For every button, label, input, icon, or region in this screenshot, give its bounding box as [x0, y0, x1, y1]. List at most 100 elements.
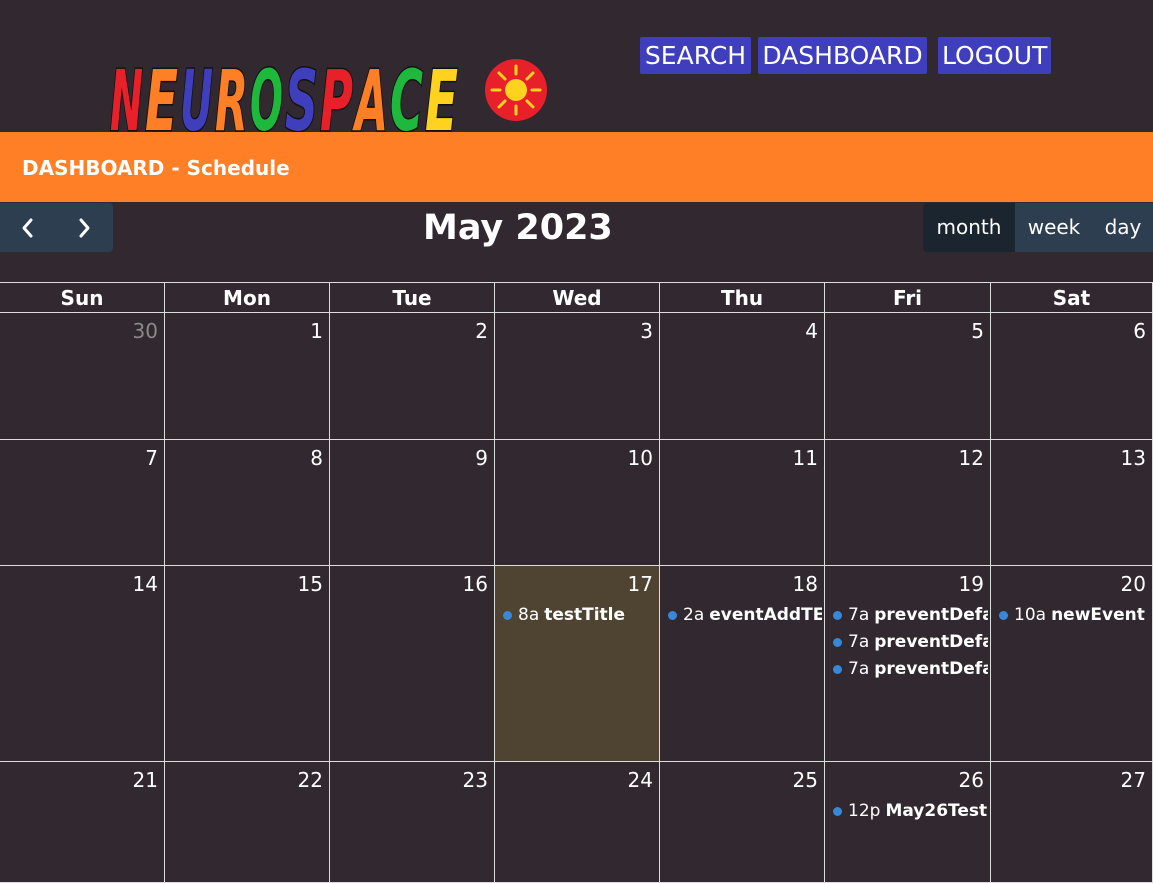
logo-letter: E: [425, 52, 458, 144]
calendar-event[interactable]: 7a preventDefa: [833, 658, 988, 680]
day-number[interactable]: 1: [310, 319, 323, 343]
day-cell[interactable]: 24: [495, 762, 660, 883]
day-cell[interactable]: 10: [495, 440, 660, 566]
day-number[interactable]: 11: [793, 446, 818, 470]
day-number[interactable]: 27: [1121, 768, 1146, 792]
day-number[interactable]: 3: [640, 319, 653, 343]
day-number[interactable]: 2: [475, 319, 488, 343]
day-number[interactable]: 6: [1133, 319, 1146, 343]
day-cell[interactable]: 25: [660, 762, 825, 883]
logout-button[interactable]: LOGOUT: [938, 37, 1051, 74]
day-number[interactable]: 9: [475, 446, 488, 470]
event-time: 8a: [518, 605, 540, 625]
event-time: 7a: [848, 659, 870, 679]
day-cell[interactable]: 5: [825, 313, 991, 440]
day-cell[interactable]: 11: [660, 440, 825, 566]
weekday-fri: Fri: [825, 282, 991, 313]
event-title: testTitle: [544, 605, 626, 625]
day-cell[interactable]: 20 10anewEvent C: [991, 566, 1153, 762]
calendar-event[interactable]: 12p May26Test: [833, 800, 988, 822]
weekday-tue: Tue: [330, 282, 495, 313]
month-view-button[interactable]: month: [923, 203, 1015, 252]
day-number[interactable]: 7: [145, 446, 158, 470]
day-number[interactable]: 12: [959, 446, 984, 470]
day-cell[interactable]: 12: [825, 440, 991, 566]
logo-letter: E: [145, 52, 178, 144]
day-number[interactable]: 24: [628, 768, 653, 792]
day-cell[interactable]: 6: [991, 313, 1153, 440]
prev-button[interactable]: [0, 203, 56, 252]
day-number[interactable]: 8: [310, 446, 323, 470]
weekday-thu: Thu: [660, 282, 825, 313]
day-cell[interactable]: 1: [165, 313, 330, 440]
event-dot-icon: [833, 610, 842, 620]
calendar-event[interactable]: 7a preventDefa: [833, 631, 988, 653]
day-number[interactable]: 14: [133, 572, 158, 596]
logo-letter: S: [285, 52, 318, 144]
day-cell[interactable]: 15: [165, 566, 330, 762]
day-cell[interactable]: 4: [660, 313, 825, 440]
logo-letter: R: [215, 52, 248, 144]
day-number[interactable]: 17: [628, 572, 653, 596]
day-cell[interactable]: 8: [165, 440, 330, 566]
day-cell[interactable]: 21: [0, 762, 165, 883]
logo-letter: C: [390, 52, 423, 144]
day-number[interactable]: 19: [959, 572, 984, 596]
logo-letter: N: [110, 52, 143, 144]
day-view-button[interactable]: day: [1093, 203, 1153, 252]
day-number[interactable]: 18: [793, 572, 818, 596]
event-title: May26Test: [885, 801, 988, 821]
neurospace-logo: NEUROSPACE: [106, 48, 468, 145]
day-cell[interactable]: 2: [330, 313, 495, 440]
day-number[interactable]: 16: [463, 572, 488, 596]
day-number[interactable]: 5: [971, 319, 984, 343]
week-view-button[interactable]: week: [1015, 203, 1093, 252]
day-number[interactable]: 30: [133, 319, 158, 343]
logo-letter: P: [320, 52, 353, 144]
calendar-event[interactable]: 8a testTitle: [503, 604, 657, 626]
logo-letter: O: [250, 52, 283, 144]
day-cell[interactable]: 16: [330, 566, 495, 762]
day-number[interactable]: 15: [298, 572, 323, 596]
calendar-event[interactable]: 7a preventDefa: [833, 604, 988, 626]
calendar-nav-group: [0, 203, 113, 252]
event-dot-icon: [668, 610, 677, 620]
calendar-event[interactable]: 2a eventAddTE: [668, 604, 822, 626]
day-cell[interactable]: 27: [991, 762, 1153, 883]
view-switcher: month week day: [923, 203, 1153, 252]
day-number[interactable]: 25: [793, 768, 818, 792]
day-number[interactable]: 21: [133, 768, 158, 792]
day-number[interactable]: 22: [298, 768, 323, 792]
calendar-event[interactable]: 10anewEvent C: [999, 604, 1150, 626]
next-button[interactable]: [56, 203, 112, 252]
day-cell[interactable]: 17 8a testTitle: [495, 566, 660, 762]
chevron-left-icon: [22, 218, 33, 237]
day-cell[interactable]: 19 7a preventDefa 7a preventDefa 7a preventDef…: [825, 566, 991, 762]
day-cell[interactable]: 22: [165, 762, 330, 883]
day-cell[interactable]: 9: [330, 440, 495, 566]
day-cell[interactable]: 14: [0, 566, 165, 762]
day-cell[interactable]: 18 2a eventAddTE: [660, 566, 825, 762]
event-time: 2a: [683, 605, 705, 625]
day-cell[interactable]: 30: [0, 313, 165, 440]
day-number[interactable]: 23: [463, 768, 488, 792]
day-cell[interactable]: 7: [0, 440, 165, 566]
day-number[interactable]: 10: [628, 446, 653, 470]
event-time: 10a: [1014, 605, 1047, 625]
day-number[interactable]: 26: [959, 768, 984, 792]
day-number[interactable]: 13: [1121, 446, 1146, 470]
event-time: 12p: [848, 801, 881, 821]
day-cell[interactable]: 13: [991, 440, 1153, 566]
day-cell[interactable]: 23: [330, 762, 495, 883]
event-dot-icon: [999, 610, 1008, 620]
dashboard-button[interactable]: DASHBOARD: [758, 37, 927, 74]
day-number[interactable]: 20: [1121, 572, 1146, 596]
day-cell[interactable]: 3: [495, 313, 660, 440]
event-dot-icon: [833, 806, 842, 816]
search-button[interactable]: SEARCH: [640, 37, 751, 74]
weekday-header: Sun Mon Tue Wed Thu Fri Sat: [0, 282, 1153, 313]
event-dot-icon: [833, 664, 842, 674]
day-cell[interactable]: 26 12p May26Test: [825, 762, 991, 883]
day-number[interactable]: 4: [805, 319, 818, 343]
event-time: 7a: [848, 605, 870, 625]
